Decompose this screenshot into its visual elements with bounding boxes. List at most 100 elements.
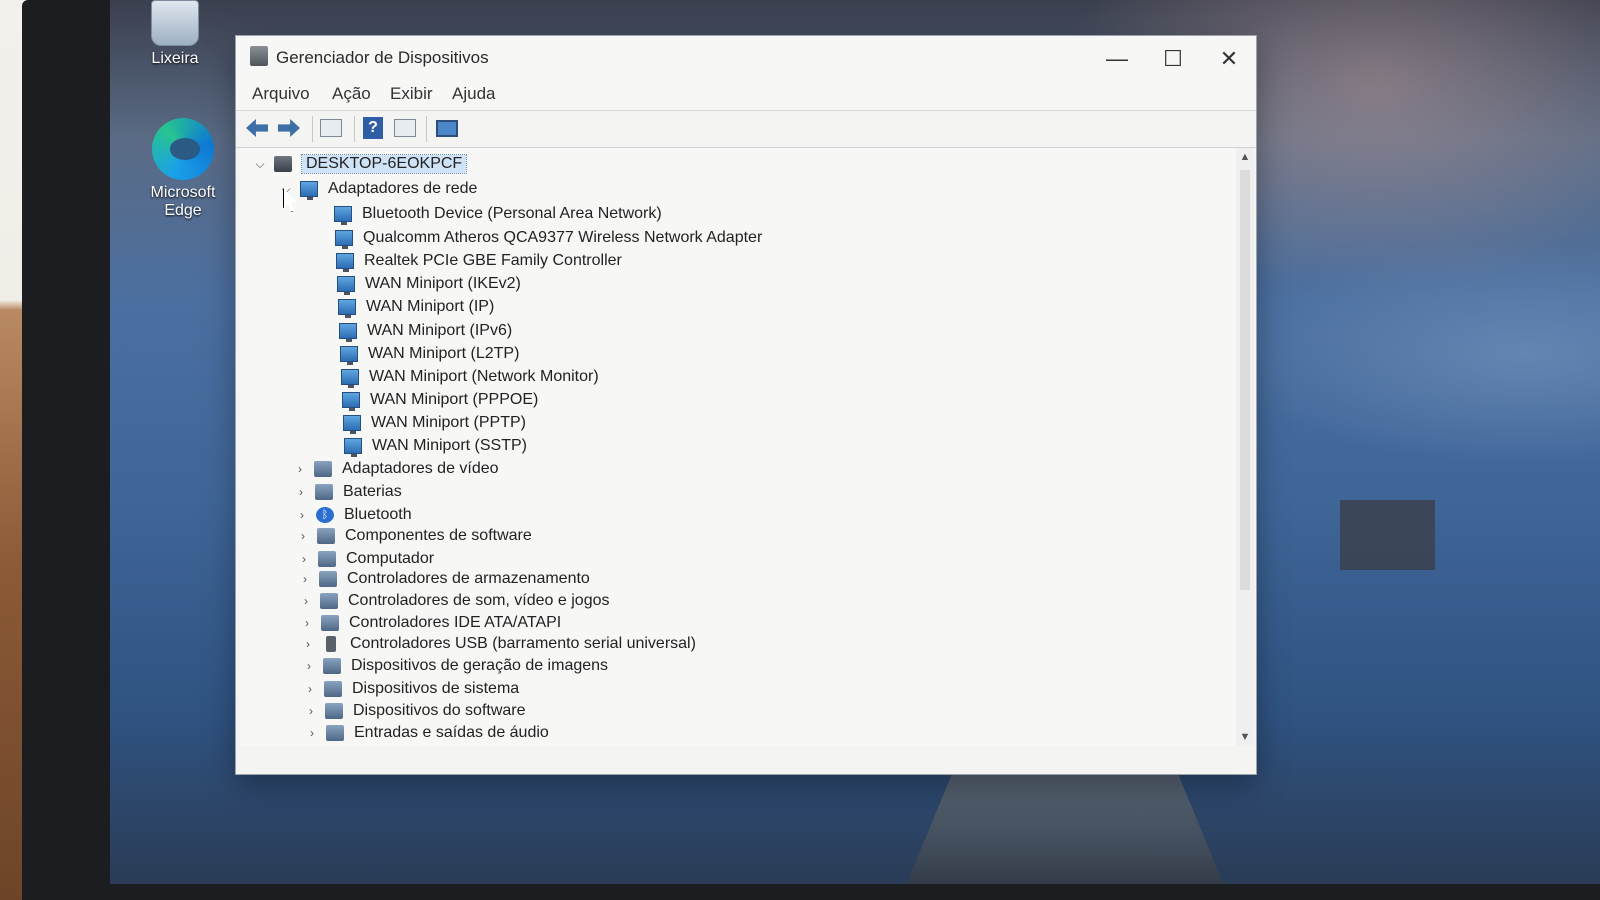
device-item[interactable]: WAN Miniport (PPTP) [337, 412, 526, 434]
device-item[interactable]: Bluetooth Device (Personal Area Network) [328, 203, 662, 225]
forward-arrow-icon [278, 119, 300, 137]
audio-io-icon [326, 725, 344, 741]
desktop-icon-recycle-bin[interactable]: Lixeira [130, 0, 220, 68]
chevron-right-icon[interactable]: › [299, 616, 315, 630]
chevron-right-icon[interactable]: › [303, 704, 319, 718]
device-label: Realtek PCIe GBE Family Controller [364, 252, 622, 269]
category-imaging-devices[interactable]: › Dispositivos de geração de imagens [301, 655, 608, 677]
properties-panel-icon [394, 119, 416, 137]
tree-root-label: DESKTOP-6EOKPCF [300, 154, 468, 174]
chevron-right-icon[interactable]: › [293, 485, 309, 499]
help-icon: ? [363, 117, 383, 139]
chevron-right-icon[interactable]: › [301, 659, 317, 673]
device-item[interactable]: Qualcomm Atheros QCA9377 Wireless Networ… [329, 227, 762, 249]
device-label: WAN Miniport (IPv6) [367, 322, 513, 339]
network-adapter-icon [341, 369, 359, 388]
network-adapter-icon [344, 438, 362, 457]
chevron-down-icon[interactable]: ⌵ [252, 157, 268, 172]
chevron-right-icon[interactable]: › [297, 572, 313, 586]
software-component-icon [317, 528, 335, 544]
device-item[interactable]: WAN Miniport (Network Monitor) [335, 366, 599, 388]
device-manager-app-icon [250, 46, 268, 66]
device-item[interactable]: WAN Miniport (PPPOE) [336, 389, 538, 411]
title-bar[interactable]: Gerenciador de Dispositivos — ☐ ✕ [236, 36, 1256, 80]
device-item[interactable]: Realtek PCIe GBE Family Controller [330, 250, 622, 272]
category-computer[interactable]: › Computador [296, 548, 434, 570]
category-software-devices[interactable]: › Dispositivos do software [303, 700, 526, 722]
help-button[interactable]: ? [360, 116, 386, 140]
battery-icon [315, 484, 333, 500]
properties-button[interactable] [392, 116, 418, 140]
device-label: Bluetooth Device (Personal Area Network) [362, 205, 662, 222]
category-sound-controllers[interactable]: › Controladores de som, vídeo e jogos [298, 590, 609, 612]
chevron-right-icon[interactable]: › [298, 594, 314, 608]
display-adapter-icon [314, 461, 332, 477]
category-display-adapters[interactable]: › Adaptadores de vídeo [292, 458, 499, 480]
toolbar: ? [236, 111, 1256, 148]
chevron-right-icon[interactable]: › [304, 726, 320, 740]
category-label: Dispositivos de sistema [352, 680, 520, 697]
scroll-up-arrow-icon[interactable]: ▲ [1236, 148, 1254, 166]
network-adapter-icon [340, 346, 358, 365]
maximize-button[interactable]: ☐ [1150, 44, 1196, 74]
device-label: WAN Miniport (Network Monitor) [369, 368, 599, 385]
chevron-right-icon[interactable]: › [296, 552, 312, 566]
device-label: WAN Miniport (IKEv2) [365, 275, 521, 292]
tree-root[interactable]: ⌵ DESKTOP-6EOKPCF [252, 153, 468, 175]
chevron-right-icon[interactable]: › [300, 637, 316, 651]
desktop-icon-edge[interactable]: Microsoft Edge [138, 118, 228, 220]
category-bluetooth[interactable]: › ᛒ Bluetooth [294, 504, 412, 526]
back-button[interactable] [244, 116, 270, 140]
device-label: WAN Miniport (L2TP) [368, 345, 520, 362]
category-usb-controllers[interactable]: › Controladores USB (barramento serial un… [300, 633, 696, 655]
minimize-button[interactable]: — [1094, 44, 1140, 74]
category-network-adapters[interactable]: ⌵ Adaptadores de rede [278, 178, 477, 200]
chevron-right-icon[interactable]: › [302, 682, 318, 696]
scan-hardware-button[interactable] [434, 116, 460, 140]
toolbar-separator [426, 116, 427, 142]
network-adapter-icon [343, 415, 361, 434]
device-tree: ⌵ DESKTOP-6EOKPCF ⌵ Adaptadores de rede … [240, 148, 1236, 746]
category-label: Dispositivos do software [353, 702, 526, 719]
software-device-icon [325, 703, 343, 719]
show-hide-console-tree-button[interactable] [318, 116, 344, 140]
monitor-icon [436, 119, 458, 137]
chevron-right-icon[interactable]: › [295, 529, 311, 543]
menu-ajuda[interactable]: Ajuda [452, 84, 495, 104]
category-batteries[interactable]: › Baterias [293, 481, 402, 503]
chevron-right-icon[interactable]: › [292, 462, 308, 476]
forward-button[interactable] [276, 116, 302, 140]
network-adapter-icon [337, 276, 355, 295]
device-item[interactable]: WAN Miniport (IPv6) [333, 320, 512, 342]
category-system-devices[interactable]: › Dispositivos de sistema [302, 678, 519, 700]
scroll-down-arrow-icon[interactable]: ▼ [1236, 728, 1254, 746]
category-software-components[interactable]: › Componentes de software [295, 525, 532, 547]
network-adapter-icon [342, 392, 360, 411]
category-label: Controladores de armazenamento [347, 570, 590, 587]
category-label: Adaptadores de rede [328, 180, 478, 197]
category-audio-io[interactable]: › Entradas e saídas de áudio [304, 722, 549, 744]
computer-icon [318, 551, 336, 567]
device-item[interactable]: WAN Miniport (IKEv2) [331, 273, 521, 295]
category-label: Componentes de software [345, 527, 532, 544]
menu-arquivo[interactable]: Arquivo [252, 84, 310, 104]
category-storage-controllers[interactable]: › Controladores de armazenamento [297, 568, 590, 590]
menu-exibir[interactable]: Exibir [390, 84, 433, 104]
vertical-scrollbar[interactable]: ▲ ▼ [1236, 148, 1254, 746]
recycle-bin-icon [151, 0, 199, 46]
edge-icon [152, 118, 214, 180]
device-label: WAN Miniport (PPTP) [371, 414, 526, 431]
device-item[interactable]: WAN Miniport (IP) [332, 296, 494, 318]
menu-acao[interactable]: Ação [332, 84, 371, 104]
chevron-right-icon[interactable]: › [294, 508, 310, 522]
ide-controller-icon [321, 615, 339, 631]
device-label: WAN Miniport (IP) [366, 298, 495, 315]
window-title: Gerenciador de Dispositivos [276, 48, 489, 67]
show-hide-console-tree-icon [320, 119, 342, 137]
device-item[interactable]: WAN Miniport (SSTP) [338, 435, 527, 457]
device-item[interactable]: WAN Miniport (L2TP) [334, 343, 519, 365]
category-ide-controllers[interactable]: › Controladores IDE ATA/ATAPI [299, 612, 561, 634]
scrollbar-thumb[interactable] [1240, 170, 1250, 590]
close-button[interactable]: ✕ [1206, 44, 1252, 74]
desktop-icon-label: Microsoft Edge [150, 184, 216, 219]
